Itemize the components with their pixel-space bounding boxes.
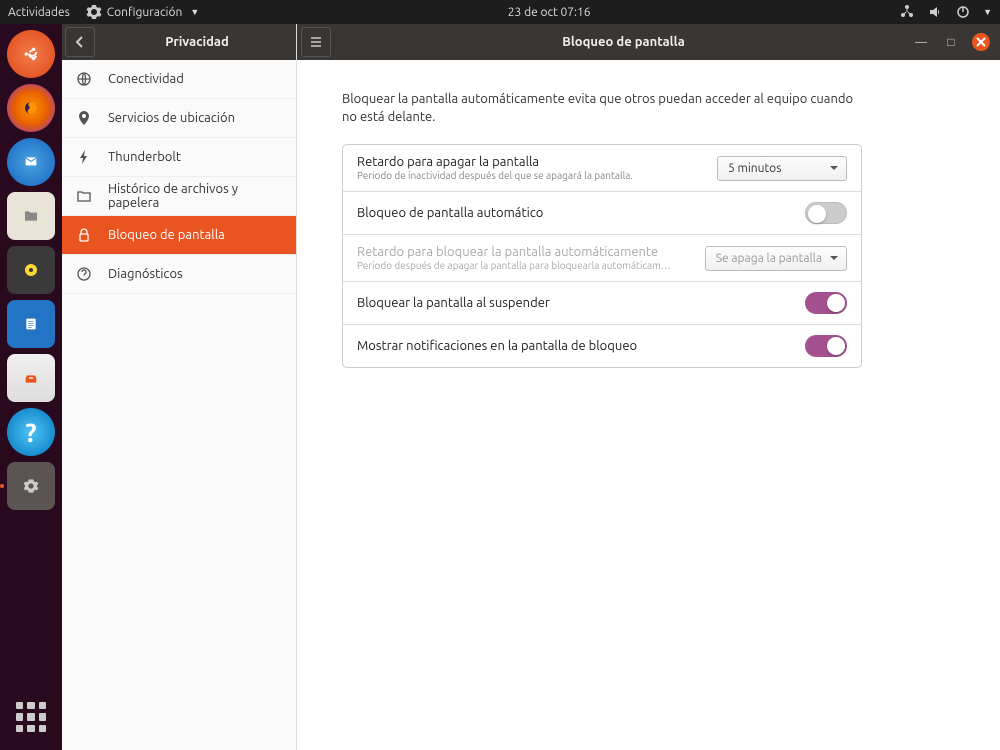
minimize-button[interactable]: — [912, 33, 930, 51]
row-label: Bloqueo de pantalla automático [357, 206, 793, 220]
volume-icon[interactable] [927, 4, 943, 20]
nav-label: Thunderbolt [108, 150, 181, 164]
row-label: Retardo para bloquear la pantalla automá… [357, 245, 693, 259]
nav-label: Servicios de ubicación [108, 111, 235, 125]
nav-connectivity[interactable]: Conectividad [62, 60, 296, 99]
app-menu[interactable]: Configuración ▼ [86, 4, 199, 20]
close-button[interactable] [972, 33, 990, 51]
gear-icon [86, 4, 102, 20]
nav-location[interactable]: Servicios de ubicación [62, 99, 296, 138]
help-icon [76, 266, 92, 282]
row-lock-suspend: Bloquear la pantalla al suspender [343, 282, 861, 325]
row-label: Mostrar notificaciones en la pantalla de… [357, 339, 793, 353]
settings-window: Privacidad Conectividad Servicios de ubi… [62, 24, 1000, 750]
sidebar-title: Privacidad [98, 35, 296, 49]
show-applications[interactable] [16, 702, 46, 732]
network-icon[interactable] [899, 4, 915, 20]
nav-screenlock[interactable]: Bloqueo de pantalla [62, 216, 296, 255]
row-label: Bloquear la pantalla al suspender [357, 296, 793, 310]
settings-panel: Retardo para apagar la pantalla Periodo … [342, 144, 862, 368]
lock-suspend-toggle[interactable] [805, 292, 847, 314]
chevron-down-icon[interactable]: ▼ [983, 7, 992, 17]
dock-writer[interactable] [7, 300, 55, 348]
row-label: Retardo para apagar la pantalla [357, 155, 705, 169]
nav-label: Diagnósticos [108, 267, 183, 281]
dock-software[interactable] [7, 354, 55, 402]
dock-rhythmbox[interactable] [7, 246, 55, 294]
chevron-down-icon: ▼ [190, 7, 199, 17]
nav-diagnostics[interactable]: Diagnósticos [62, 255, 296, 294]
clock[interactable]: 23 de oct 07:16 [199, 6, 899, 19]
dock-settings[interactable] [7, 462, 55, 510]
nav-history[interactable]: Histórico de archivos y papelera [62, 177, 296, 216]
dock-firefox[interactable] [7, 84, 55, 132]
back-button[interactable] [65, 27, 95, 57]
row-sublabel: Periodo de inactividad después del que s… [357, 170, 705, 181]
sidebar: Privacidad Conectividad Servicios de ubi… [62, 24, 297, 750]
auto-lock-toggle[interactable] [805, 202, 847, 224]
hamburger-icon [308, 34, 324, 50]
blank-delay-dropdown[interactable]: 5 minutos [717, 156, 847, 181]
row-notifications: Mostrar notificaciones en la pantalla de… [343, 325, 861, 367]
close-icon [973, 34, 989, 50]
globe-icon [76, 71, 92, 87]
description-text: Bloquear la pantalla automáticamente evi… [342, 90, 862, 126]
maximize-button[interactable]: □ [942, 33, 960, 51]
power-icon[interactable] [955, 4, 971, 20]
chevron-left-icon [72, 34, 88, 50]
dock-thunderbird[interactable] [7, 138, 55, 186]
row-sublabel: Periodo después de apagar la pantalla pa… [357, 260, 693, 271]
dock-files[interactable] [7, 192, 55, 240]
dock: ? [0, 24, 62, 750]
dock-ubuntu[interactable] [7, 30, 55, 78]
row-lock-delay: Retardo para bloquear la pantalla automá… [343, 235, 861, 282]
nav-label: Histórico de archivos y papelera [108, 182, 282, 210]
folder-icon [76, 188, 92, 204]
dock-help[interactable]: ? [7, 408, 55, 456]
location-icon [76, 110, 92, 126]
thunderbolt-icon [76, 149, 92, 165]
row-auto-lock: Bloqueo de pantalla automático [343, 192, 861, 235]
lock-icon [76, 227, 92, 243]
lock-delay-dropdown: Se apaga la pantalla [705, 246, 847, 271]
main-title: Bloqueo de pantalla [335, 35, 912, 49]
notifications-toggle[interactable] [805, 335, 847, 357]
nav-thunderbolt[interactable]: Thunderbolt [62, 138, 296, 177]
nav-label: Conectividad [108, 72, 184, 86]
row-blank-delay: Retardo para apagar la pantalla Periodo … [343, 145, 861, 192]
nav-label: Bloqueo de pantalla [108, 228, 225, 242]
menu-button[interactable] [301, 27, 331, 57]
activities-button[interactable]: Actividades [8, 6, 70, 19]
top-bar: Actividades Configuración ▼ 23 de oct 07… [0, 0, 1000, 24]
